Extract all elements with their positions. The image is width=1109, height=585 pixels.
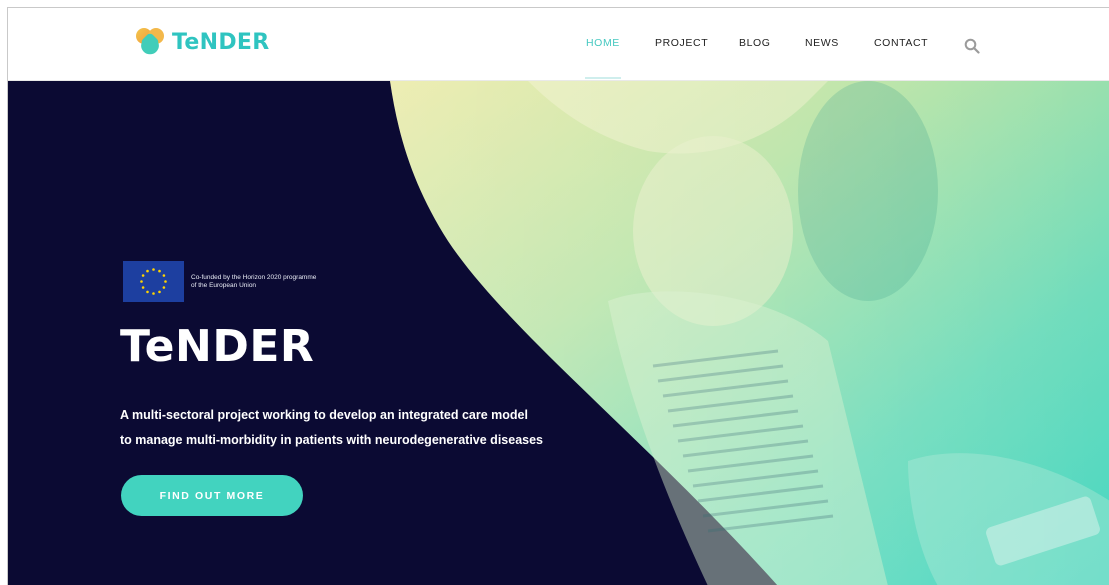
hero-subtitle-line-1: A multi-sectoral project working to deve…	[120, 408, 528, 422]
hero-section: Co-funded by the Horizon 2020 programme …	[8, 81, 1109, 585]
brand-name: TeNDER	[172, 29, 270, 55]
eu-funding-notice: Co-funded by the Horizon 2020 programme …	[123, 261, 391, 302]
eu-funding-text: Co-funded by the Horizon 2020 programme …	[191, 274, 391, 290]
nav-project[interactable]: PROJECT	[655, 37, 708, 49]
hero-subtitle: A multi-sectoral project working to deve…	[120, 403, 640, 453]
eu-line-2: of the European Union	[191, 281, 257, 289]
hero-subtitle-line-2: to manage multi-morbidity in patients wi…	[120, 433, 544, 447]
find-out-more-button[interactable]: FIND OUT MORE	[121, 475, 303, 516]
active-nav-indicator	[585, 77, 621, 79]
site-header: TeNDER HOME PROJECT BLOG NEWS CONTACT	[8, 8, 1109, 81]
eu-flag-icon	[123, 261, 184, 302]
site-logo[interactable]: TeNDER	[134, 26, 269, 58]
nav-blog[interactable]: BLOG	[739, 37, 771, 49]
nav-news[interactable]: NEWS	[805, 37, 839, 49]
browser-viewport: TeNDER HOME PROJECT BLOG NEWS CONTACT Co…	[7, 7, 1109, 585]
nav-contact[interactable]: CONTACT	[874, 37, 928, 49]
eu-line-1: Co-funded by the Horizon 2020 programme	[191, 273, 317, 281]
nav-home[interactable]: HOME	[586, 37, 620, 49]
search-icon[interactable]	[964, 38, 980, 54]
hero-title: TeNDER	[120, 321, 315, 372]
logo-mark-icon	[134, 26, 166, 58]
